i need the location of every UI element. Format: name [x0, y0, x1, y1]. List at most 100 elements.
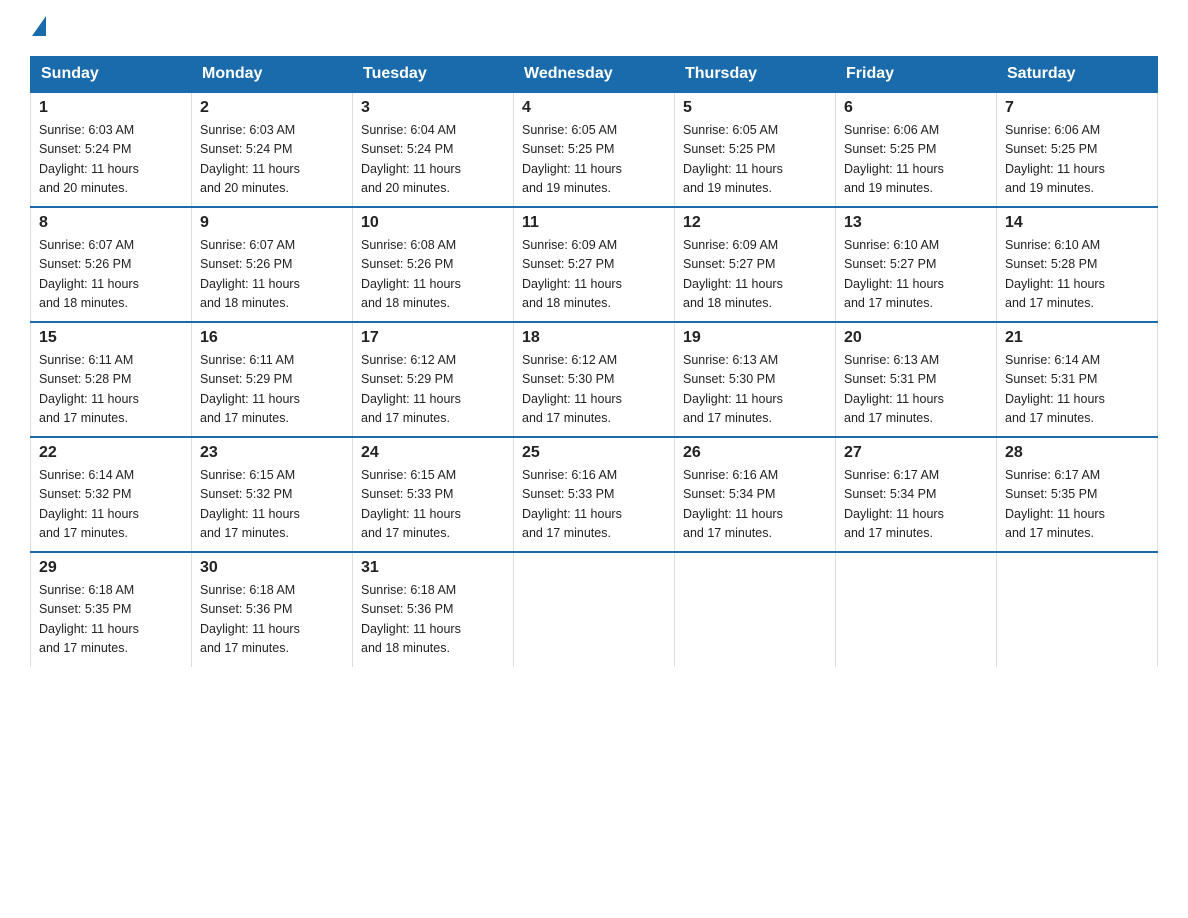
day-number: 27	[844, 444, 988, 462]
calendar-header-row: SundayMondayTuesdayWednesdayThursdayFrid…	[31, 57, 1158, 93]
day-number: 9	[200, 214, 344, 232]
calendar-cell	[514, 552, 675, 667]
col-header-thursday: Thursday	[675, 57, 836, 93]
calendar-cell: 26 Sunrise: 6:16 AM Sunset: 5:34 PM Dayli…	[675, 437, 836, 552]
day-number: 21	[1005, 329, 1149, 347]
calendar-cell: 6Sunrise: 6:06 AM Sunset: 5:25 PM Daylig…	[836, 92, 997, 207]
day-info: Sunrise: 6:03 AM Sunset: 5:24 PM Dayligh…	[39, 121, 183, 199]
day-number: 31	[361, 559, 505, 577]
calendar-cell: 7 Sunrise: 6:06 AM Sunset: 5:25 PM Daylig…	[997, 92, 1158, 207]
day-number: 30	[200, 559, 344, 577]
calendar-cell: 25 Sunrise: 6:16 AM Sunset: 5:33 PM Dayli…	[514, 437, 675, 552]
calendar-cell: 19Sunrise: 6:13 AM Sunset: 5:30 PM Dayli…	[675, 322, 836, 437]
day-number: 4	[522, 99, 666, 117]
day-info: Sunrise: 6:16 AM Sunset: 5:34 PM Dayligh…	[683, 466, 827, 544]
day-info: Sunrise: 6:08 AM Sunset: 5:26 PM Dayligh…	[361, 236, 505, 314]
day-number: 16	[200, 329, 344, 347]
calendar-cell: 22 Sunrise: 6:14 AM Sunset: 5:32 PM Dayli…	[31, 437, 192, 552]
calendar-cell: 3 Sunrise: 6:04 AM Sunset: 5:24 PM Daylig…	[353, 92, 514, 207]
calendar-cell: 18 Sunrise: 6:12 AM Sunset: 5:30 PM Dayli…	[514, 322, 675, 437]
day-number: 17	[361, 329, 505, 347]
calendar-week-row: 8 Sunrise: 6:07 AM Sunset: 5:26 PM Daylig…	[31, 207, 1158, 322]
day-number: 12	[683, 214, 827, 232]
col-header-wednesday: Wednesday	[514, 57, 675, 93]
day-number: 1	[39, 99, 183, 117]
day-number: 14	[1005, 214, 1149, 232]
calendar-cell: 13 Sunrise: 6:10 AM Sunset: 5:27 PM Dayli…	[836, 207, 997, 322]
calendar-cell: 31 Sunrise: 6:18 AM Sunset: 5:36 PM Dayli…	[353, 552, 514, 667]
day-info: Sunrise: 6:05 AM Sunset: 5:25 PM Dayligh…	[522, 121, 666, 199]
calendar-cell: 10Sunrise: 6:08 AM Sunset: 5:26 PM Dayli…	[353, 207, 514, 322]
calendar-cell: 29Sunrise: 6:18 AM Sunset: 5:35 PM Dayli…	[31, 552, 192, 667]
calendar-cell: 1 Sunrise: 6:03 AM Sunset: 5:24 PM Daylig…	[31, 92, 192, 207]
calendar-cell: 11 Sunrise: 6:09 AM Sunset: 5:27 PM Dayli…	[514, 207, 675, 322]
day-info: Sunrise: 6:15 AM Sunset: 5:32 PM Dayligh…	[200, 466, 344, 544]
calendar-cell	[675, 552, 836, 667]
day-info: Sunrise: 6:07 AM Sunset: 5:26 PM Dayligh…	[200, 236, 344, 314]
day-info: Sunrise: 6:16 AM Sunset: 5:33 PM Dayligh…	[522, 466, 666, 544]
day-number: 11	[522, 214, 666, 232]
day-info: Sunrise: 6:06 AM Sunset: 5:25 PM Dayligh…	[1005, 121, 1149, 199]
day-number: 20	[844, 329, 988, 347]
calendar-cell: 20 Sunrise: 6:13 AM Sunset: 5:31 PM Dayli…	[836, 322, 997, 437]
calendar-cell	[997, 552, 1158, 667]
day-number: 22	[39, 444, 183, 462]
day-info: Sunrise: 6:11 AM Sunset: 5:28 PM Dayligh…	[39, 351, 183, 429]
calendar-cell: 5 Sunrise: 6:05 AM Sunset: 5:25 PM Daylig…	[675, 92, 836, 207]
calendar-cell	[836, 552, 997, 667]
day-number: 8	[39, 214, 183, 232]
calendar-table: SundayMondayTuesdayWednesdayThursdayFrid…	[30, 56, 1158, 667]
calendar-week-row: 15 Sunrise: 6:11 AM Sunset: 5:28 PM Dayli…	[31, 322, 1158, 437]
day-info: Sunrise: 6:18 AM Sunset: 5:36 PM Dayligh…	[361, 581, 505, 659]
day-number: 7	[1005, 99, 1149, 117]
page-header	[30, 20, 1158, 36]
day-number: 5	[683, 99, 827, 117]
calendar-cell: 2 Sunrise: 6:03 AM Sunset: 5:24 PM Daylig…	[192, 92, 353, 207]
day-info: Sunrise: 6:12 AM Sunset: 5:30 PM Dayligh…	[522, 351, 666, 429]
day-info: Sunrise: 6:04 AM Sunset: 5:24 PM Dayligh…	[361, 121, 505, 199]
day-info: Sunrise: 6:14 AM Sunset: 5:31 PM Dayligh…	[1005, 351, 1149, 429]
col-header-monday: Monday	[192, 57, 353, 93]
day-info: Sunrise: 6:09 AM Sunset: 5:27 PM Dayligh…	[522, 236, 666, 314]
day-number: 3	[361, 99, 505, 117]
calendar-cell: 15 Sunrise: 6:11 AM Sunset: 5:28 PM Dayli…	[31, 322, 192, 437]
day-info: Sunrise: 6:18 AM Sunset: 5:36 PM Dayligh…	[200, 581, 344, 659]
day-info: Sunrise: 6:15 AM Sunset: 5:33 PM Dayligh…	[361, 466, 505, 544]
calendar-cell: 16 Sunrise: 6:11 AM Sunset: 5:29 PM Dayli…	[192, 322, 353, 437]
day-number: 23	[200, 444, 344, 462]
calendar-cell: 4 Sunrise: 6:05 AM Sunset: 5:25 PM Daylig…	[514, 92, 675, 207]
day-number: 18	[522, 329, 666, 347]
calendar-week-row: 29Sunrise: 6:18 AM Sunset: 5:35 PM Dayli…	[31, 552, 1158, 667]
logo-triangle-icon	[32, 16, 46, 36]
day-info: Sunrise: 6:13 AM Sunset: 5:31 PM Dayligh…	[844, 351, 988, 429]
calendar-cell: 12 Sunrise: 6:09 AM Sunset: 5:27 PM Dayli…	[675, 207, 836, 322]
day-info: Sunrise: 6:10 AM Sunset: 5:27 PM Dayligh…	[844, 236, 988, 314]
calendar-cell: 28 Sunrise: 6:17 AM Sunset: 5:35 PM Dayli…	[997, 437, 1158, 552]
logo	[30, 20, 46, 36]
day-info: Sunrise: 6:11 AM Sunset: 5:29 PM Dayligh…	[200, 351, 344, 429]
day-number: 6	[844, 99, 988, 117]
day-number: 24	[361, 444, 505, 462]
calendar-cell: 9 Sunrise: 6:07 AM Sunset: 5:26 PM Daylig…	[192, 207, 353, 322]
calendar-cell: 14 Sunrise: 6:10 AM Sunset: 5:28 PM Dayli…	[997, 207, 1158, 322]
day-number: 26	[683, 444, 827, 462]
day-info: Sunrise: 6:14 AM Sunset: 5:32 PM Dayligh…	[39, 466, 183, 544]
day-number: 2	[200, 99, 344, 117]
col-header-tuesday: Tuesday	[353, 57, 514, 93]
day-info: Sunrise: 6:05 AM Sunset: 5:25 PM Dayligh…	[683, 121, 827, 199]
day-number: 28	[1005, 444, 1149, 462]
calendar-cell: 23 Sunrise: 6:15 AM Sunset: 5:32 PM Dayli…	[192, 437, 353, 552]
day-info: Sunrise: 6:09 AM Sunset: 5:27 PM Dayligh…	[683, 236, 827, 314]
day-info: Sunrise: 6:03 AM Sunset: 5:24 PM Dayligh…	[200, 121, 344, 199]
day-number: 15	[39, 329, 183, 347]
calendar-cell: 8Sunrise: 6:07 AM Sunset: 5:26 PM Daylig…	[31, 207, 192, 322]
calendar-cell: 27Sunrise: 6:17 AM Sunset: 5:34 PM Dayli…	[836, 437, 997, 552]
day-info: Sunrise: 6:18 AM Sunset: 5:35 PM Dayligh…	[39, 581, 183, 659]
day-number: 13	[844, 214, 988, 232]
calendar-week-row: 22 Sunrise: 6:14 AM Sunset: 5:32 PM Dayli…	[31, 437, 1158, 552]
day-info: Sunrise: 6:10 AM Sunset: 5:28 PM Dayligh…	[1005, 236, 1149, 314]
calendar-cell: 30 Sunrise: 6:18 AM Sunset: 5:36 PM Dayli…	[192, 552, 353, 667]
day-number: 19	[683, 329, 827, 347]
day-number: 25	[522, 444, 666, 462]
day-info: Sunrise: 6:17 AM Sunset: 5:35 PM Dayligh…	[1005, 466, 1149, 544]
